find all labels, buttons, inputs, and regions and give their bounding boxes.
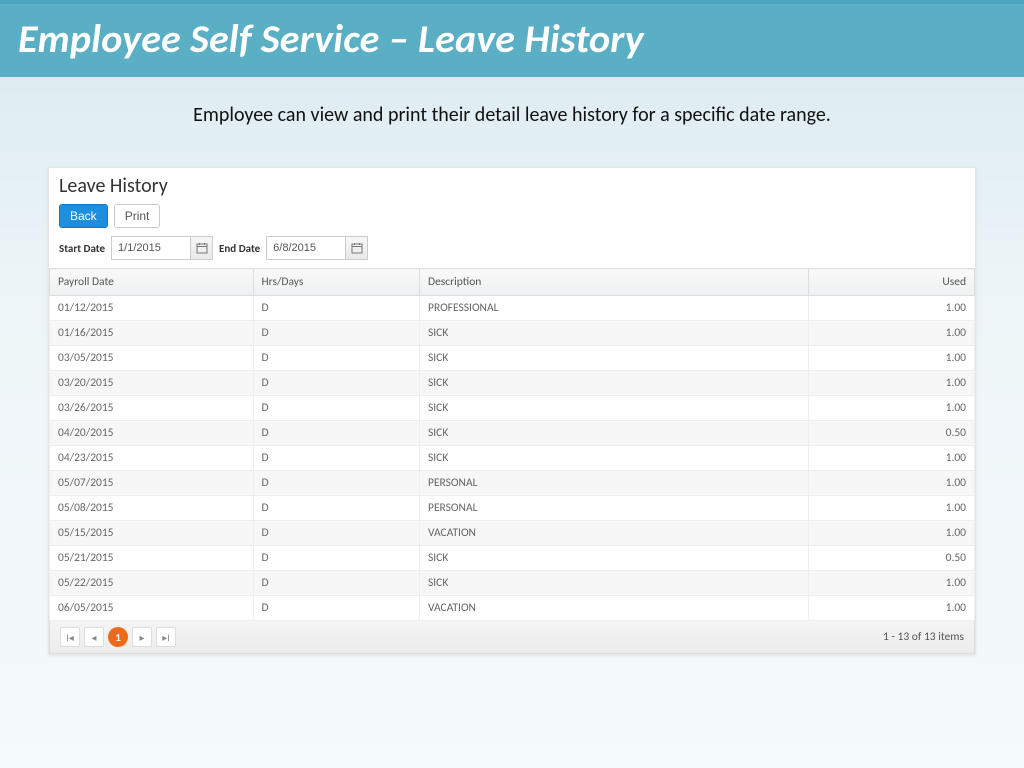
cell-hd: D — [253, 521, 420, 546]
table-row[interactable]: 03/05/2015DSICK1.00 — [50, 346, 975, 371]
cell-date: 01/16/2015 — [50, 321, 254, 346]
cell-used: 1.00 — [808, 496, 975, 521]
pager-info: 1 - 13 of 13 items — [883, 630, 964, 644]
calendar-icon[interactable] — [190, 237, 212, 259]
cell-used: 0.50 — [808, 546, 975, 571]
cell-used: 1.00 — [808, 296, 975, 321]
print-button[interactable]: Print — [114, 204, 161, 228]
table-row[interactable]: 05/21/2015DSICK0.50 — [50, 546, 975, 571]
col-description[interactable]: Description — [420, 269, 809, 296]
cell-used: 1.00 — [808, 346, 975, 371]
table-row[interactable]: 06/05/2015DVACATION1.00 — [50, 596, 975, 621]
pager-controls: I◂ ◂ 1 ▸ ▸I — [60, 627, 176, 647]
cell-desc: SICK — [420, 371, 809, 396]
cell-used: 1.00 — [808, 596, 975, 621]
cell-date: 05/08/2015 — [50, 496, 254, 521]
date-range-row: Start Date End Date — [49, 236, 975, 268]
table-row[interactable]: 05/22/2015DSICK1.00 — [50, 571, 975, 596]
cell-date: 03/05/2015 — [50, 346, 254, 371]
table-row[interactable]: 05/15/2015DVACATION1.00 — [50, 521, 975, 546]
cell-desc: SICK — [420, 346, 809, 371]
cell-hd: D — [253, 571, 420, 596]
table-row[interactable]: 01/12/2015DPROFESSIONAL1.00 — [50, 296, 975, 321]
end-date-field[interactable] — [266, 236, 368, 260]
cell-used: 1.00 — [808, 471, 975, 496]
cell-date: 03/26/2015 — [50, 396, 254, 421]
cell-desc: VACATION — [420, 521, 809, 546]
cell-hd: D — [253, 471, 420, 496]
cell-desc: PERSONAL — [420, 471, 809, 496]
cell-desc: PERSONAL — [420, 496, 809, 521]
cell-used: 1.00 — [808, 396, 975, 421]
cell-hd: D — [253, 396, 420, 421]
start-date-label: Start Date — [59, 242, 105, 255]
end-date-label: End Date — [219, 242, 260, 255]
cell-hd: D — [253, 296, 420, 321]
cell-desc: PROFESSIONAL — [420, 296, 809, 321]
cell-used: 1.00 — [808, 571, 975, 596]
cell-desc: VACATION — [420, 596, 809, 621]
cell-date: 01/12/2015 — [50, 296, 254, 321]
pager: I◂ ◂ 1 ▸ ▸I 1 - 13 of 13 items — [49, 621, 975, 654]
start-date-input[interactable] — [112, 239, 190, 257]
cell-date: 06/05/2015 — [50, 596, 254, 621]
cell-hd: D — [253, 546, 420, 571]
table-row[interactable]: 03/26/2015DSICK1.00 — [50, 396, 975, 421]
page-prev-icon[interactable]: ◂ — [84, 627, 104, 647]
cell-date: 05/22/2015 — [50, 571, 254, 596]
leave-history-table: Payroll Date Hrs/Days Description Used 0… — [49, 268, 975, 621]
toolbar: Back Print — [49, 202, 975, 236]
cell-date: 05/21/2015 — [50, 546, 254, 571]
cell-hd: D — [253, 371, 420, 396]
leave-history-panel: Leave History Back Print Start Date End … — [48, 167, 976, 655]
cell-used: 1.00 — [808, 521, 975, 546]
cell-desc: SICK — [420, 396, 809, 421]
table-row[interactable]: 01/16/2015DSICK1.00 — [50, 321, 975, 346]
cell-date: 04/23/2015 — [50, 446, 254, 471]
cell-used: 1.00 — [808, 371, 975, 396]
cell-hd: D — [253, 596, 420, 621]
page-next-icon[interactable]: ▸ — [132, 627, 152, 647]
cell-hd: D — [253, 321, 420, 346]
cell-desc: SICK — [420, 421, 809, 446]
page-current[interactable]: 1 — [108, 627, 128, 647]
cell-hd: D — [253, 346, 420, 371]
table-header-row: Payroll Date Hrs/Days Description Used — [50, 269, 975, 296]
cell-desc: SICK — [420, 546, 809, 571]
end-date-input[interactable] — [267, 239, 345, 257]
cell-date: 04/20/2015 — [50, 421, 254, 446]
cell-used: 1.00 — [808, 446, 975, 471]
col-hrs-days[interactable]: Hrs/Days — [253, 269, 420, 296]
cell-date: 05/15/2015 — [50, 521, 254, 546]
calendar-icon[interactable] — [345, 237, 367, 259]
table-row[interactable]: 04/23/2015DSICK1.00 — [50, 446, 975, 471]
table-row[interactable]: 05/07/2015DPERSONAL1.00 — [50, 471, 975, 496]
col-used[interactable]: Used — [808, 269, 975, 296]
panel-title: Leave History — [49, 168, 975, 202]
cell-hd: D — [253, 421, 420, 446]
cell-date: 03/20/2015 — [50, 371, 254, 396]
cell-date: 05/07/2015 — [50, 471, 254, 496]
table-row[interactable]: 03/20/2015DSICK1.00 — [50, 371, 975, 396]
back-button[interactable]: Back — [59, 204, 108, 228]
title-bar: Employee Self Service – Leave History — [0, 4, 1024, 77]
cell-desc: SICK — [420, 571, 809, 596]
page-last-icon[interactable]: ▸I — [156, 627, 176, 647]
page-first-icon[interactable]: I◂ — [60, 627, 80, 647]
cell-desc: SICK — [420, 446, 809, 471]
table-row[interactable]: 04/20/2015DSICK0.50 — [50, 421, 975, 446]
start-date-field[interactable] — [111, 236, 213, 260]
table-row[interactable]: 05/08/2015DPERSONAL1.00 — [50, 496, 975, 521]
cell-desc: SICK — [420, 321, 809, 346]
col-payroll-date[interactable]: Payroll Date — [50, 269, 254, 296]
cell-hd: D — [253, 496, 420, 521]
cell-used: 0.50 — [808, 421, 975, 446]
page-title: Employee Self Service – Leave History — [18, 14, 1006, 63]
cell-hd: D — [253, 446, 420, 471]
cell-used: 1.00 — [808, 321, 975, 346]
page-subtitle: Employee can view and print their detail… — [60, 103, 964, 127]
